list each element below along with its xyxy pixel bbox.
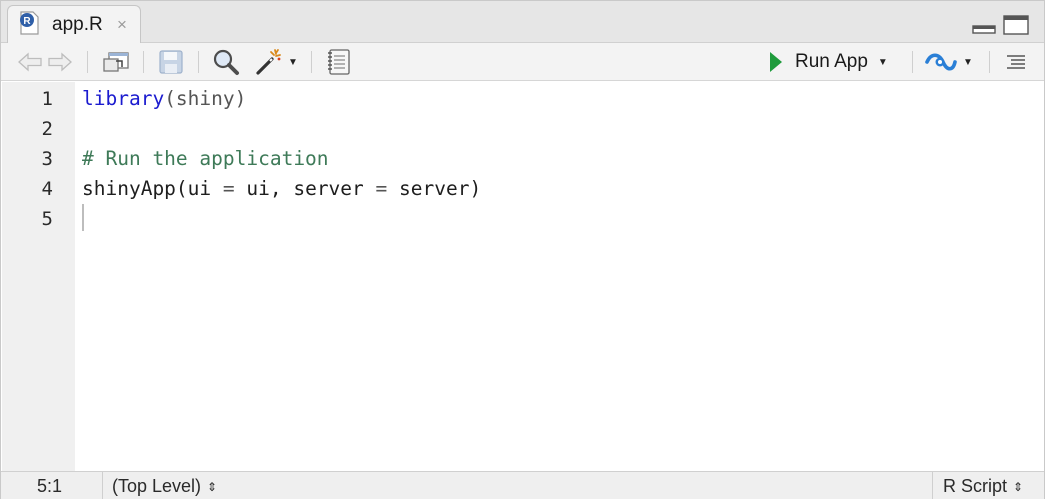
cursor-position: 5:1: [37, 476, 63, 496]
toolbar-separator: [912, 51, 913, 73]
toolbar-separator: [87, 51, 88, 73]
publish-icon: [925, 53, 957, 71]
code-line: library(shiny): [82, 87, 246, 110]
tab-app-r[interactable]: R app.R ×: [7, 5, 141, 44]
close-icon[interactable]: ×: [117, 15, 127, 35]
code-line: shinyApp(ui = ui, server = server): [82, 177, 481, 200]
line-number: 3: [41, 148, 53, 170]
tab-title: app.R: [52, 14, 103, 35]
save-button[interactable]: [158, 48, 184, 76]
code-token: ui, server: [234, 177, 376, 200]
code-token: (shiny): [164, 87, 247, 110]
r-file-icon: R: [20, 11, 39, 35]
run-app-button[interactable]: Run App ▼: [769, 48, 888, 76]
code-token: server): [387, 177, 482, 200]
find-icon: [213, 49, 239, 75]
line-number: 1: [41, 88, 53, 110]
scope-label: (Top Level): [112, 476, 202, 496]
magic-wand-icon: [256, 49, 281, 75]
chevron-down-icon: ▼: [288, 56, 298, 68]
show-in-new-window-button[interactable]: [102, 48, 130, 76]
outline-icon: [1007, 55, 1025, 69]
back-button[interactable]: [17, 48, 43, 76]
maximize-pane-icon[interactable]: [1003, 15, 1029, 35]
play-icon: [770, 52, 782, 72]
status-bar: 5:1 (Top Level) ⇕ R Script ⇕: [1, 471, 1044, 499]
line-number: 4: [41, 178, 53, 200]
file-type-selector[interactable]: R Script ⇕: [943, 476, 1023, 497]
find-replace-button[interactable]: [212, 48, 240, 76]
code-token: shinyApp(ui: [82, 177, 223, 200]
svg-text:R: R: [23, 16, 31, 27]
editor-toolbar: ▼ Run App ▼ ▼: [1, 43, 1044, 81]
forward-button[interactable]: [47, 48, 73, 76]
compile-report-button[interactable]: [326, 48, 352, 76]
chevron-down-icon[interactable]: ▼: [878, 57, 888, 68]
save-icon: [159, 50, 183, 74]
chevron-down-icon: ▼: [963, 56, 973, 68]
updown-arrow-icon: ⇕: [1013, 480, 1024, 494]
toolbar-separator: [989, 51, 990, 73]
tab-bar: R app.R ×: [1, 1, 1044, 44]
operator-token: =: [375, 177, 388, 200]
text-cursor: [82, 204, 84, 231]
scope-selector[interactable]: (Top Level) ⇕: [112, 476, 217, 497]
run-app-label: Run App: [795, 51, 868, 72]
line-number: 5: [41, 208, 53, 230]
compile-report-icon: [328, 49, 350, 75]
operator-token: =: [222, 177, 235, 200]
status-divider: [102, 472, 103, 499]
forward-arrow-icon: [48, 52, 72, 72]
comment-line: # Run the application: [82, 147, 329, 170]
publish-button[interactable]: ▼: [923, 48, 973, 76]
toolbar-separator: [143, 51, 144, 73]
document-outline-button[interactable]: [1005, 48, 1027, 76]
line-number-gutter: 1 2 3 4 5: [2, 82, 75, 471]
line-number: 2: [41, 118, 53, 140]
code-tools-button[interactable]: ▼: [254, 48, 298, 76]
keyword-token: library: [82, 87, 165, 110]
show-in-window-icon: [103, 52, 129, 72]
toolbar-separator: [198, 51, 199, 73]
file-type-label: R Script: [943, 476, 1008, 496]
editor-window: R app.R × ▼ Run App ▼ ▼ 1 2 3 4 5 librar…: [0, 0, 1045, 499]
minimize-pane-icon[interactable]: [972, 15, 996, 35]
updown-arrow-icon: ⇕: [207, 480, 218, 494]
status-divider: [932, 472, 933, 499]
back-arrow-icon: [18, 52, 42, 72]
code-editor[interactable]: library(shiny) # Run the application shi…: [75, 82, 1044, 471]
toolbar-separator: [311, 51, 312, 73]
